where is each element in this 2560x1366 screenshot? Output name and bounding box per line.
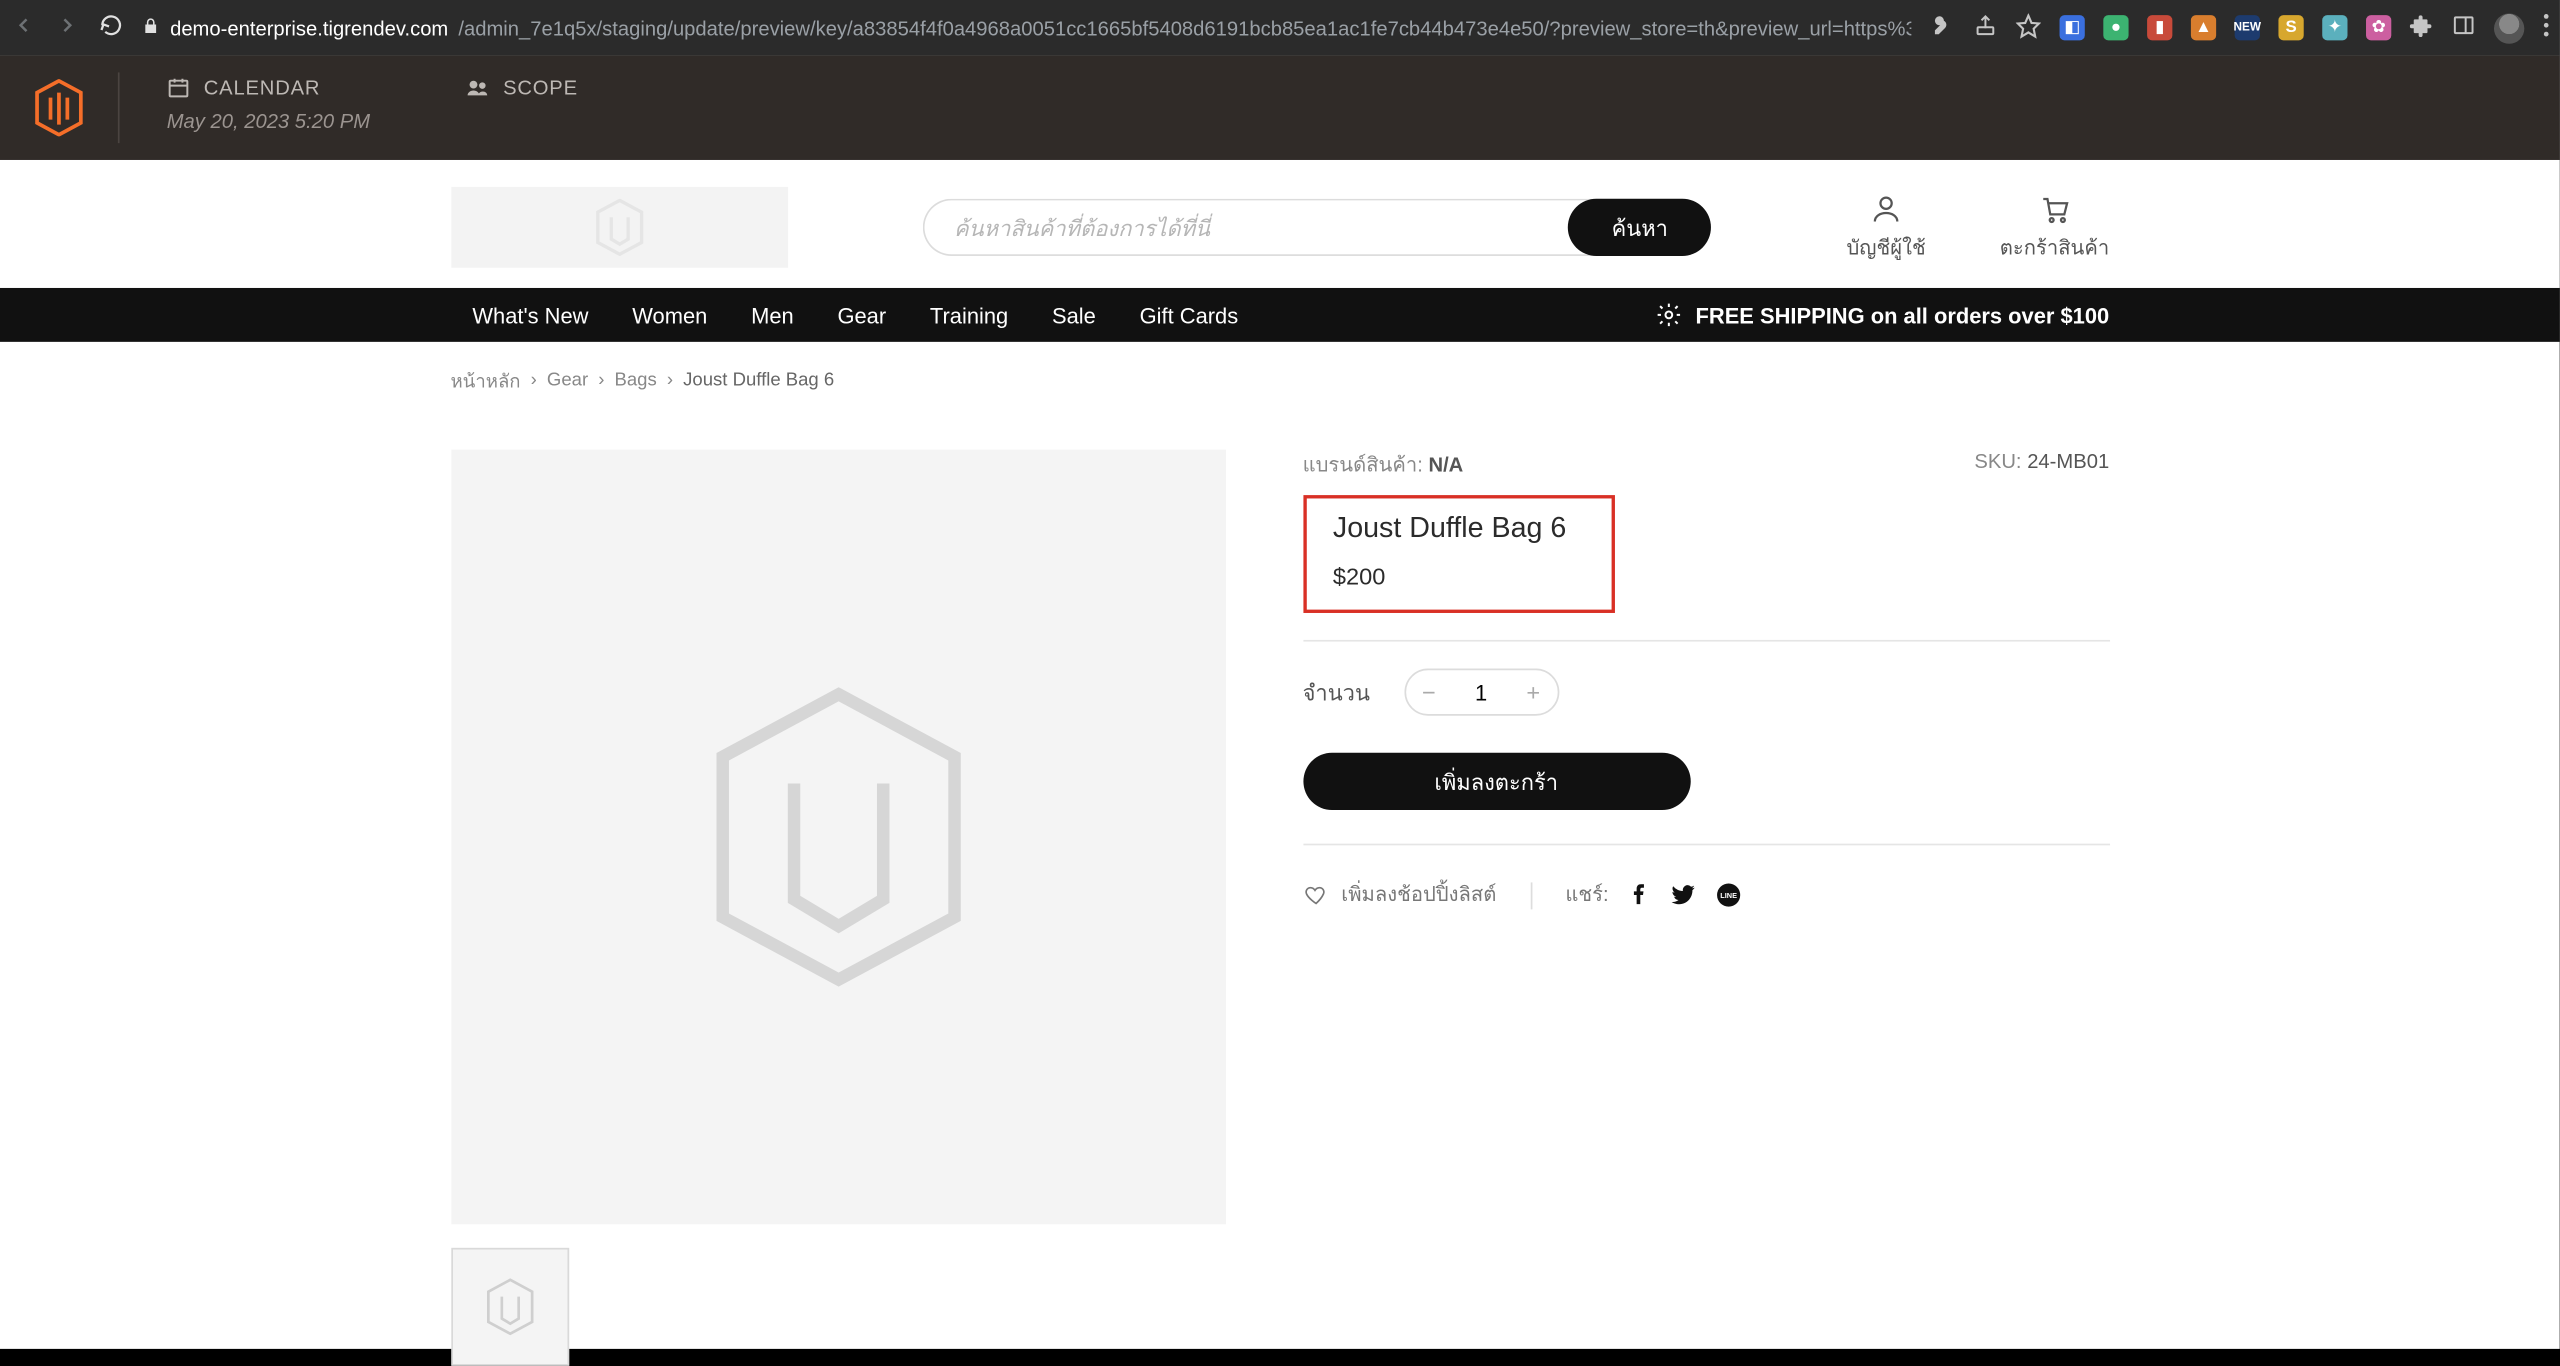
product-brand: แบรนด์สินค้า: N/A [1303, 450, 1464, 482]
profile-avatar[interactable] [2494, 13, 2524, 43]
extension-icon[interactable]: ▮ [2147, 15, 2172, 40]
product-thumbnail[interactable] [450, 1248, 568, 1366]
browser-chrome: demo-enterprise.tigrendev.com/admin_7e1q… [0, 0, 2560, 56]
title-price-highlight: Joust Duffle Bag 6 $200 [1303, 495, 1615, 613]
chevron-right-icon: › [667, 370, 673, 390]
extension-icon[interactable]: ◧ [2060, 15, 2085, 40]
nav-item[interactable]: Gear [816, 302, 908, 327]
product-sku: SKU: 24-MB01 [1974, 450, 2109, 482]
nav-item[interactable]: What's New [450, 302, 610, 327]
qty-input[interactable] [1452, 678, 1509, 707]
extension-icon[interactable]: S [2278, 15, 2303, 40]
scope-widget[interactable]: SCOPE [417, 56, 625, 160]
account-link[interactable]: บัญชีผู้ใช้ [1846, 191, 1925, 263]
chevron-right-icon: › [598, 370, 604, 390]
extension-icon[interactable]: ✦ [2322, 15, 2347, 40]
chevron-right-icon: › [531, 370, 537, 390]
address-bar[interactable]: demo-enterprise.tigrendev.com/admin_7e1q… [141, 16, 1911, 40]
nav-item[interactable]: Gift Cards [1118, 302, 1260, 327]
forward-button[interactable] [54, 13, 81, 42]
extensions-icon[interactable] [2410, 13, 2434, 42]
breadcrumb-current: Joust Duffle Bag 6 [683, 370, 834, 390]
url-path: /admin_7e1q5x/staging/update/preview/key… [458, 16, 1911, 40]
user-icon [1869, 191, 1903, 225]
nav-item[interactable]: Men [729, 302, 815, 327]
product-image[interactable] [450, 450, 1225, 1225]
free-shipping-promo: FREE SHIPPING on all orders over $100 [1655, 301, 2109, 328]
url-domain: demo-enterprise.tigrendev.com [170, 16, 448, 40]
magento-logo[interactable] [0, 56, 118, 160]
nav-item[interactable]: Sale [1030, 302, 1118, 327]
cart-icon [2036, 191, 2073, 225]
panel-icon[interactable] [2452, 13, 2476, 42]
share-icon[interactable] [1974, 13, 1998, 42]
back-button[interactable] [10, 13, 37, 42]
nav-item[interactable]: Women [610, 302, 729, 327]
breadcrumb-link[interactable]: Gear [547, 370, 588, 390]
svg-text:LINE: LINE [1721, 891, 1738, 900]
account-label: บัญชีผู้ใช้ [1846, 232, 1925, 264]
extension-icon[interactable]: NEW [2235, 15, 2260, 40]
menu-icon[interactable] [2543, 13, 2550, 42]
share-label: แชร์: [1565, 879, 1608, 911]
heart-icon [1303, 882, 1328, 907]
promo-text: FREE SHIPPING on all orders over $100 [1696, 302, 2110, 327]
star-icon[interactable] [2016, 13, 2041, 43]
qty-decrease-button[interactable]: − [1405, 669, 1452, 716]
main-nav: What's NewWomenMenGearTrainingSaleGift C… [0, 288, 2560, 342]
breadcrumb-link[interactable]: Bags [615, 370, 657, 390]
nav-item[interactable]: Training [908, 302, 1030, 327]
cart-link[interactable]: ตะกร้าสินค้า [2000, 191, 2109, 263]
extension-icon[interactable]: ● [2103, 15, 2128, 40]
calendar-icon [167, 76, 191, 100]
key-icon[interactable] [1928, 12, 1955, 44]
add-to-wishlist-link[interactable]: เพิ่มลงช้อปปิ้งลิสต์ [1303, 879, 1497, 911]
reload-button[interactable] [98, 13, 125, 42]
line-icon[interactable]: LINE [1716, 882, 1741, 907]
scope-icon [464, 76, 489, 100]
qty-increase-button[interactable]: + [1510, 669, 1557, 716]
gear-icon [1655, 301, 1682, 328]
add-to-cart-button[interactable]: เพิ่มลงตะกร้า [1303, 753, 1690, 810]
cart-label: ตะกร้าสินค้า [2000, 232, 2109, 264]
calendar-value: May 20, 2023 5:20 PM [167, 109, 370, 133]
quantity-stepper: − + [1404, 669, 1559, 716]
admin-preview-bar: CALENDAR May 20, 2023 5:20 PM SCOPE [0, 56, 2560, 160]
store-logo[interactable] [450, 187, 787, 268]
product-title: Joust Duffle Bag 6 [1333, 512, 1584, 546]
calendar-label: CALENDAR [204, 76, 321, 100]
extension-icon[interactable]: ✿ [2366, 15, 2391, 40]
qty-label: จำนวน [1303, 674, 1370, 709]
facebook-icon[interactable] [1629, 884, 1651, 906]
scope-label: SCOPE [503, 76, 578, 100]
extension-icon[interactable]: ▲ [2191, 15, 2216, 40]
search-input[interactable] [922, 199, 1602, 256]
twitter-icon[interactable] [1671, 882, 1696, 907]
search-button[interactable]: ค้นหา [1568, 199, 1712, 256]
breadcrumb: หน้าหลัก › Gear › Bags › Joust Duffle Bag 6 [450, 342, 2109, 409]
calendar-widget[interactable]: CALENDAR May 20, 2023 5:20 PM [120, 56, 418, 160]
store-header: ค้นหา บัญชีผู้ใช้ ตะกร้าสินค้า [0, 160, 2560, 288]
breadcrumb-link[interactable]: หน้าหลัก [450, 365, 520, 395]
product-price: $200 [1333, 562, 1584, 589]
lock-icon [141, 16, 160, 40]
